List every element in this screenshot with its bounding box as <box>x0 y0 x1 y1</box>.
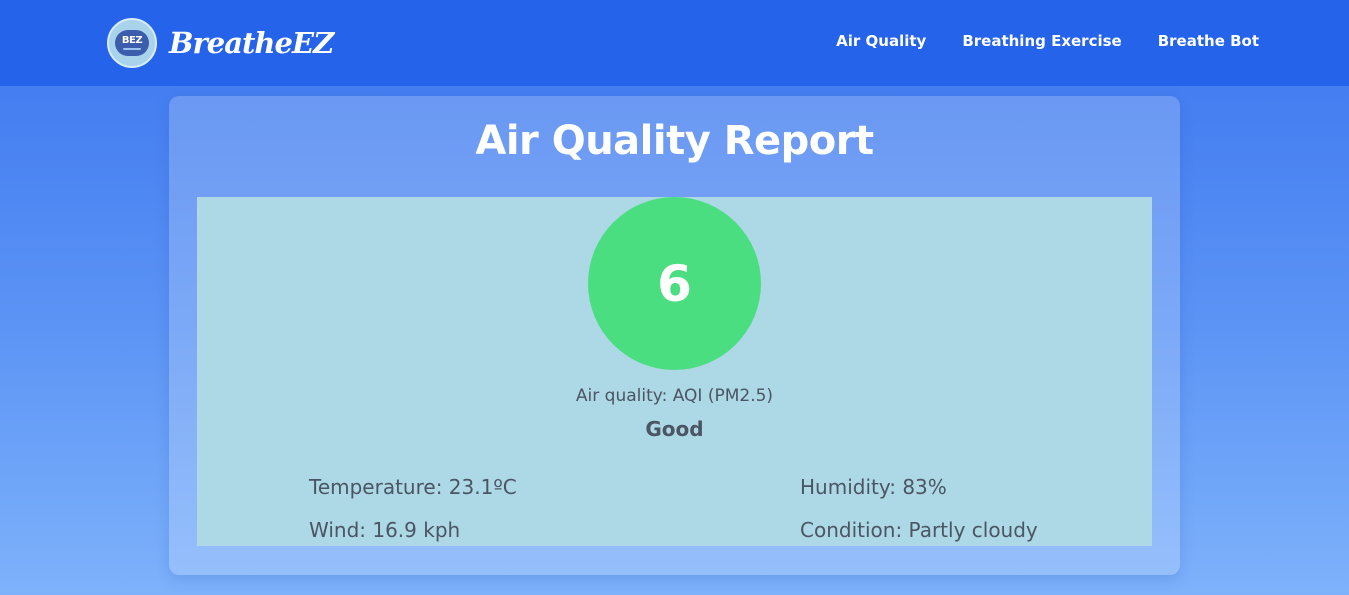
air-quality-card: Air Quality Report 6 Air quality: AQI (P… <box>169 96 1180 575</box>
wind-stat: Wind: 16.9 kph <box>309 518 461 542</box>
brand-logo-icon: BEZ <box>107 18 157 68</box>
logo-mark: BEZ <box>121 35 143 46</box>
logo-underline <box>123 48 141 50</box>
aqi-value: 6 <box>657 254 692 313</box>
aqi-status: Good <box>645 417 704 441</box>
main-nav: Air Quality Breathing Exercise Breathe B… <box>836 32 1259 50</box>
report-panel: 6 Air quality: AQI (PM2.5) Good Temperat… <box>197 197 1152 546</box>
temperature-stat: Temperature: 23.1ºC <box>309 475 517 499</box>
brand-name: BreatheEZ <box>169 26 334 60</box>
aqi-indicator: 6 <box>588 197 761 370</box>
condition-stat: Condition: Partly cloudy <box>800 518 1038 542</box>
brand[interactable]: BEZ BreatheEZ <box>107 18 334 68</box>
page-title: Air Quality Report <box>475 118 874 164</box>
top-navbar: BEZ BreatheEZ Air Quality Breathing Exer… <box>0 0 1349 86</box>
nav-link-air-quality[interactable]: Air Quality <box>836 32 926 50</box>
logo-badge: BEZ <box>115 30 149 56</box>
nav-link-breathing-exercise[interactable]: Breathing Exercise <box>962 32 1121 50</box>
nav-link-breathe-bot[interactable]: Breathe Bot <box>1158 32 1259 50</box>
aqi-label: Air quality: AQI (PM2.5) <box>575 386 774 406</box>
humidity-stat: Humidity: 83% <box>800 475 947 499</box>
